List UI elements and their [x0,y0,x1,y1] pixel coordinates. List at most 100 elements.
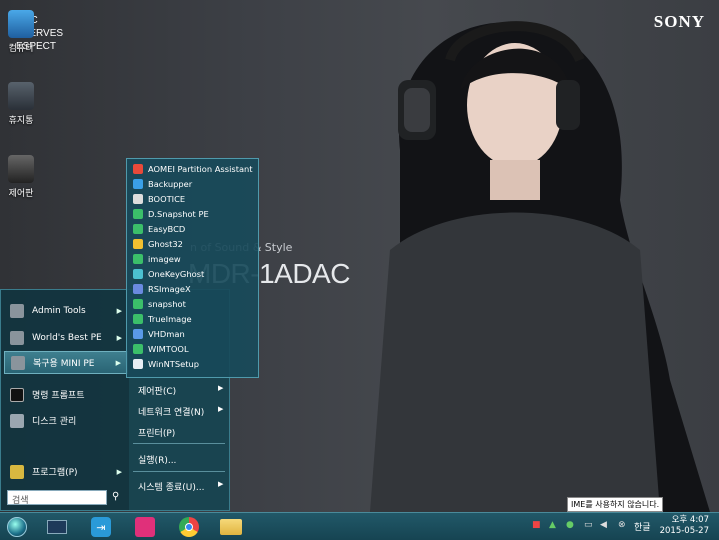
submenu-item[interactable]: D.Snapshot PE [129,206,257,221]
winntsetup-icon [133,358,143,369]
submenu-arrow-icon: ▶ [115,358,121,367]
start-item-label: 네트워크 연결(N) [138,408,205,418]
submenu-item-label: Ghost32 [148,238,183,249]
folder-icon [11,355,25,370]
disk-management-icon [10,413,24,428]
start-search-input[interactable]: 검색 [7,490,107,506]
app-icon [133,253,143,264]
start-item-label: Admin Tools [32,305,86,316]
submenu-item-label: OneKeyGhost [148,268,205,279]
menu-separator [133,471,225,472]
submenu-arrow-icon: ▶ [116,306,122,315]
submenu-recovery-mini-pe: AOMEI Partition Assistant Backupper BOOT… [126,158,259,378]
start-item-worlds-best-pe[interactable]: World's Best PE ▶ [4,326,128,349]
taskbar-app-folder[interactable] [218,515,244,539]
rsimagex-icon [133,283,143,294]
app-icon [133,313,143,324]
submenu-item[interactable]: snapshot [129,296,257,311]
taskbar-app-presentation[interactable] [132,515,158,539]
desktop-icon-recycle-bin[interactable]: 휴지통 [2,82,40,126]
recycle-bin-icon [8,82,34,110]
wallpaper-figure [370,21,710,512]
app-icon [133,208,143,219]
presentation-icon [135,517,155,537]
start-item-run[interactable]: 실행(R)... [138,453,176,466]
tray-volume-icon[interactable]: ◀ [600,520,607,530]
wallpaper-brand-logo: SONY [653,12,705,31]
ime-tooltip: IME를 사용하지 않습니다. [567,497,664,512]
submenu-item-label: AOMEI Partition Assistant [148,163,253,174]
submenu-item-label: imagew [148,253,181,264]
start-item-control-panel[interactable]: 제어판(C) ▶ [138,384,223,397]
taskbar-app-logoff[interactable]: ⇥ [88,515,114,539]
folder-icon [10,303,24,318]
submenu-arrow-icon: ▶ [116,333,122,342]
submenu-arrow-icon: ▶ [116,467,122,476]
tray-network-icon[interactable]: ▲ [549,520,556,530]
start-item-network-connections[interactable]: 네트워크 연결(N) ▶ [138,405,223,418]
start-button[interactable] [4,515,30,539]
app-icon [133,343,143,354]
search-icon[interactable]: ⚲ [112,491,119,502]
submenu-item[interactable]: Ghost32 [129,236,257,251]
submenu-arrow-icon: ▶ [218,480,224,488]
chrome-icon [179,517,199,537]
tray-safely-remove-icon[interactable]: ● [566,520,574,530]
submenu-item[interactable]: OneKeyGhost [129,266,257,281]
taskbar-app-chrome[interactable] [176,515,202,539]
desktop-icon-control-panel[interactable]: 제어판 [2,155,40,199]
control-panel-icon [8,155,34,183]
submenu-item-label: Backupper [148,178,193,189]
backupper-icon [133,178,143,189]
app-icon [133,223,143,234]
start-item-recovery-mini-pe[interactable]: 복구용 MINI PE ▶ [4,351,128,374]
logoff-icon: ⇥ [91,517,111,537]
start-item-admin-tools[interactable]: Admin Tools ▶ [4,299,128,322]
start-item-label: 프린터(P) [138,429,176,439]
start-item-label: 제어판(C) [138,387,177,397]
tray-language-indicator[interactable]: 한글 [634,520,651,533]
start-item-label: 시스템 종료(U)... [138,483,205,493]
tray-display-icon[interactable]: ▭ [584,520,593,530]
start-item-shutdown[interactable]: 시스템 종료(U)... ▶ [138,480,223,493]
submenu-item-label: BOOTICE [148,193,186,204]
start-item-label: 프로그램(P) [32,468,78,478]
vhdman-icon [133,328,143,339]
start-item-printers[interactable]: 프린터(P) [138,426,175,439]
menu-separator [133,443,225,444]
submenu-item[interactable]: WinNTSetup [129,356,257,371]
taskbar-app-explorer[interactable] [44,515,70,539]
desktop-icon-label: 휴지통 [8,116,34,126]
submenu-item[interactable]: TrueImage [129,311,257,326]
start-item-label: 복구용 MINI PE [33,359,95,369]
submenu-item-label: snapshot [148,298,186,309]
submenu-item[interactable]: EasyBCD [129,221,257,236]
explorer-window-icon [47,520,67,534]
tray-security-icon[interactable]: ■ [532,520,541,530]
command-prompt-icon [10,387,24,402]
start-orb-icon [7,517,27,537]
taskbar-clock[interactable]: 오후 4:07 2015-05-27 [660,515,709,537]
submenu-item[interactable]: BOOTICE [129,191,257,206]
start-item-command-prompt[interactable]: 명령 프롬프트 [4,383,128,406]
clock-date: 2015-05-27 [659,526,709,536]
tray-ime-off-icon[interactable]: ⊗ [618,520,626,530]
folder-icon [10,330,24,345]
clock-time: 오후 4:07 [671,515,709,525]
folder-icon [220,519,242,535]
start-item-disk-management[interactable]: 디스크 관리 [4,409,128,432]
start-item-label: 실행(R)... [138,456,177,466]
start-menu-left-column: Admin Tools ▶ World's Best PE ▶ 복구용 MINI… [2,291,129,511]
submenu-item[interactable]: WIMTOOL [129,341,257,356]
aomei-partition-icon [133,163,143,174]
submenu-item[interactable]: Backupper [129,176,257,191]
desktop-icon-computer[interactable]: 컴퓨터 [2,10,40,54]
submenu-item[interactable]: AOMEI Partition Assistant [129,161,257,176]
submenu-item[interactable]: imagew [129,251,257,266]
start-item-programs[interactable]: 프로그램(P) ▶ [4,460,128,483]
submenu-item[interactable]: VHDman [129,326,257,341]
submenu-item[interactable]: RSImageX [129,281,257,296]
submenu-item-label: WIMTOOL [148,343,189,354]
start-item-label: 디스크 관리 [32,417,77,427]
computer-icon [8,10,34,38]
